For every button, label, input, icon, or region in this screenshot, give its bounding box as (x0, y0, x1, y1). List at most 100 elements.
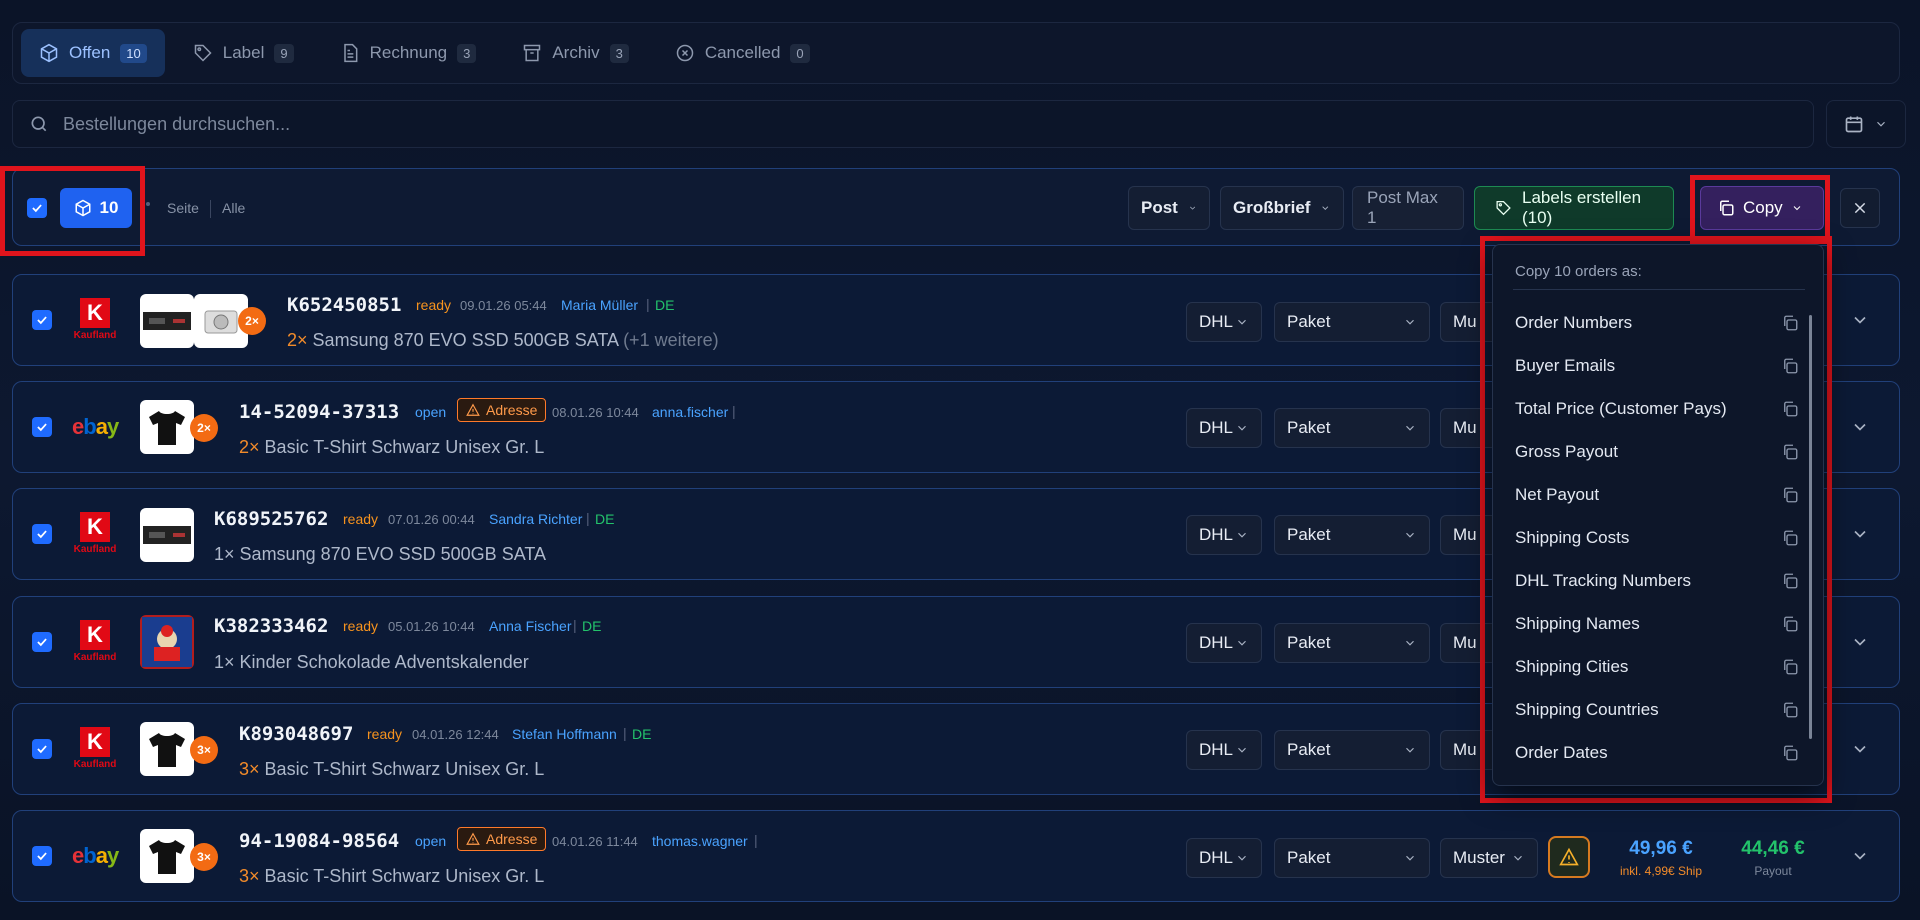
row-type-select[interactable]: Paket (1274, 302, 1430, 342)
separator: | (573, 617, 577, 633)
buyer-name[interactable]: Stefan Hoffmann (512, 726, 617, 742)
tag-icon (194, 44, 212, 62)
expand-chevron-icon[interactable] (1850, 417, 1870, 437)
buyer-name[interactable]: Maria Müller (561, 297, 638, 313)
copy-option-order-dates[interactable]: Order Dates (1515, 735, 1799, 771)
separator: | (732, 403, 736, 419)
ebay-logo: ebay (72, 843, 119, 869)
copy-option-net-payout[interactable]: Net Payout (1515, 477, 1799, 513)
expand-chevron-icon[interactable] (1850, 846, 1870, 866)
product-name: Basic T-Shirt Schwarz Unisex Gr. L (264, 866, 545, 886)
create-labels-button[interactable]: Labels erstellen (10) (1474, 186, 1674, 230)
tab-offen[interactable]: Offen 10 (21, 29, 165, 77)
order-number[interactable]: K689525762 (214, 508, 328, 530)
ebay-logo-letter: e (72, 843, 84, 868)
copy-option-shipping-names[interactable]: Shipping Names (1515, 606, 1799, 642)
expand-chevron-icon[interactable] (1850, 310, 1870, 330)
product-select[interactable]: Post Max 1 (1352, 186, 1464, 230)
row-type-select[interactable]: Paket (1274, 838, 1430, 878)
address-warning-badge[interactable]: Adresse (457, 398, 547, 422)
warning-icon (1559, 847, 1579, 866)
order-date: 04.01.26 12:44 (412, 727, 499, 742)
order-number[interactable]: K893048697 (239, 723, 353, 745)
copy-option-shipping-costs[interactable]: Shipping Costs (1515, 520, 1799, 556)
tab-rechnung[interactable]: Rechnung 3 (322, 29, 495, 77)
order-number[interactable]: 94-19084-98564 (239, 830, 399, 852)
copy-option-gross-payout[interactable]: Gross Payout (1515, 434, 1799, 470)
row-type-select[interactable]: Paket (1274, 623, 1430, 663)
row-template-select[interactable]: Muster (1440, 838, 1538, 878)
row-carrier-select[interactable]: DHL (1186, 838, 1262, 878)
ebay-logo-letter: e (72, 414, 84, 439)
row-carrier-value: DHL (1199, 848, 1234, 867)
address-warning-badge[interactable]: Adresse (457, 827, 547, 851)
tab-cancelled[interactable]: Cancelled 0 (657, 29, 828, 77)
format-select[interactable]: Großbrief (1220, 186, 1344, 230)
select-all-link[interactable]: Alle (222, 200, 245, 216)
copy-icon (1784, 659, 1798, 675)
search-input[interactable] (63, 113, 1763, 135)
row-checkbox[interactable] (32, 417, 52, 437)
buyer-name[interactable]: Sandra Richter (489, 511, 582, 527)
selected-count-badge[interactable]: 10 (60, 188, 132, 228)
order-number[interactable]: K652450851 (287, 294, 401, 316)
expand-chevron-icon[interactable] (1850, 739, 1870, 759)
quantity-badge: 3× (190, 843, 218, 871)
carrier-select[interactable]: Post (1128, 186, 1210, 230)
select-all-checkbox[interactable] (27, 198, 47, 218)
tab-count: 3 (609, 43, 629, 63)
row-checkbox[interactable] (32, 739, 52, 759)
status-tabs: Offen 10 Label 9 Rechnung 3 Archiv 3 Can… (12, 22, 1900, 84)
select-page-link[interactable]: Seite (167, 200, 199, 216)
row-type-select[interactable]: Paket (1274, 730, 1430, 770)
chevron-down-icon (1406, 532, 1414, 538)
copy-menu: Copy 10 orders as: Order Numbers Buyer E… (1492, 244, 1824, 786)
copy-option-order-numbers[interactable]: Order Numbers (1515, 305, 1799, 341)
copy-button[interactable]: Copy (1700, 186, 1824, 230)
order-number[interactable]: 14-52094-37313 (239, 401, 399, 423)
tab-archiv[interactable]: Archiv 3 (504, 29, 646, 77)
close-selection-button[interactable] (1840, 188, 1880, 228)
row-carrier-select[interactable]: DHL (1186, 302, 1262, 342)
buyer-name[interactable]: thomas.wagner (652, 833, 748, 849)
copy-icon (1784, 487, 1798, 503)
buyer-name[interactable]: anna.fischer (652, 404, 728, 420)
row-checkbox[interactable] (32, 524, 52, 544)
menu-scrollbar[interactable] (1809, 315, 1812, 739)
copy-option-total-price[interactable]: Total Price (Customer Pays) (1515, 391, 1799, 427)
buyer-name[interactable]: Anna Fischer (489, 618, 571, 634)
expand-chevron-icon[interactable] (1850, 524, 1870, 544)
row-carrier-select[interactable]: DHL (1186, 623, 1262, 663)
row-carrier-select[interactable]: DHL (1186, 408, 1262, 448)
advent-calendar-image-icon (142, 617, 192, 667)
row-checkbox[interactable] (32, 632, 52, 652)
row-type-select[interactable]: Paket (1274, 408, 1430, 448)
expand-chevron-icon[interactable] (1850, 632, 1870, 652)
row-carrier-select[interactable]: DHL (1186, 515, 1262, 555)
copy-option-buyer-emails[interactable]: Buyer Emails (1515, 348, 1799, 384)
row-type-select[interactable]: Paket (1274, 515, 1430, 555)
address-warning-label: Adresse (486, 402, 538, 418)
row-carrier-select[interactable]: DHL (1186, 730, 1262, 770)
payout-block: 44,46 € Payout (1728, 838, 1818, 878)
total-price: 49,96 € (1629, 838, 1693, 859)
copy-option-shipping-countries[interactable]: Shipping Countries (1515, 692, 1799, 728)
copy-menu-heading: Copy 10 orders as: (1515, 263, 1642, 280)
country-code: DE (632, 726, 652, 742)
row-checkbox[interactable] (32, 310, 52, 330)
date-filter-button[interactable] (1826, 100, 1906, 148)
order-number[interactable]: K382333462 (214, 615, 328, 637)
tab-label-tab[interactable]: Label 9 (175, 29, 312, 77)
ebay-logo-letter: b (83, 414, 96, 439)
copy-option-shipping-cities[interactable]: Shipping Cities (1515, 649, 1799, 685)
product-quantity: 3× (239, 759, 260, 779)
copy-option-dhl-tracking[interactable]: DHL Tracking Numbers (1515, 563, 1799, 599)
row-checkbox[interactable] (32, 846, 52, 866)
warning-button[interactable] (1548, 836, 1590, 878)
product-line: 2× Basic T-Shirt Schwarz Unisex Gr. L (239, 437, 544, 458)
ssd-image-icon (143, 526, 191, 544)
kaufland-logo-mark: K (80, 512, 110, 542)
selected-count: 10 (99, 198, 119, 217)
copy-icon (1784, 745, 1798, 761)
order-status: ready (367, 726, 403, 742)
